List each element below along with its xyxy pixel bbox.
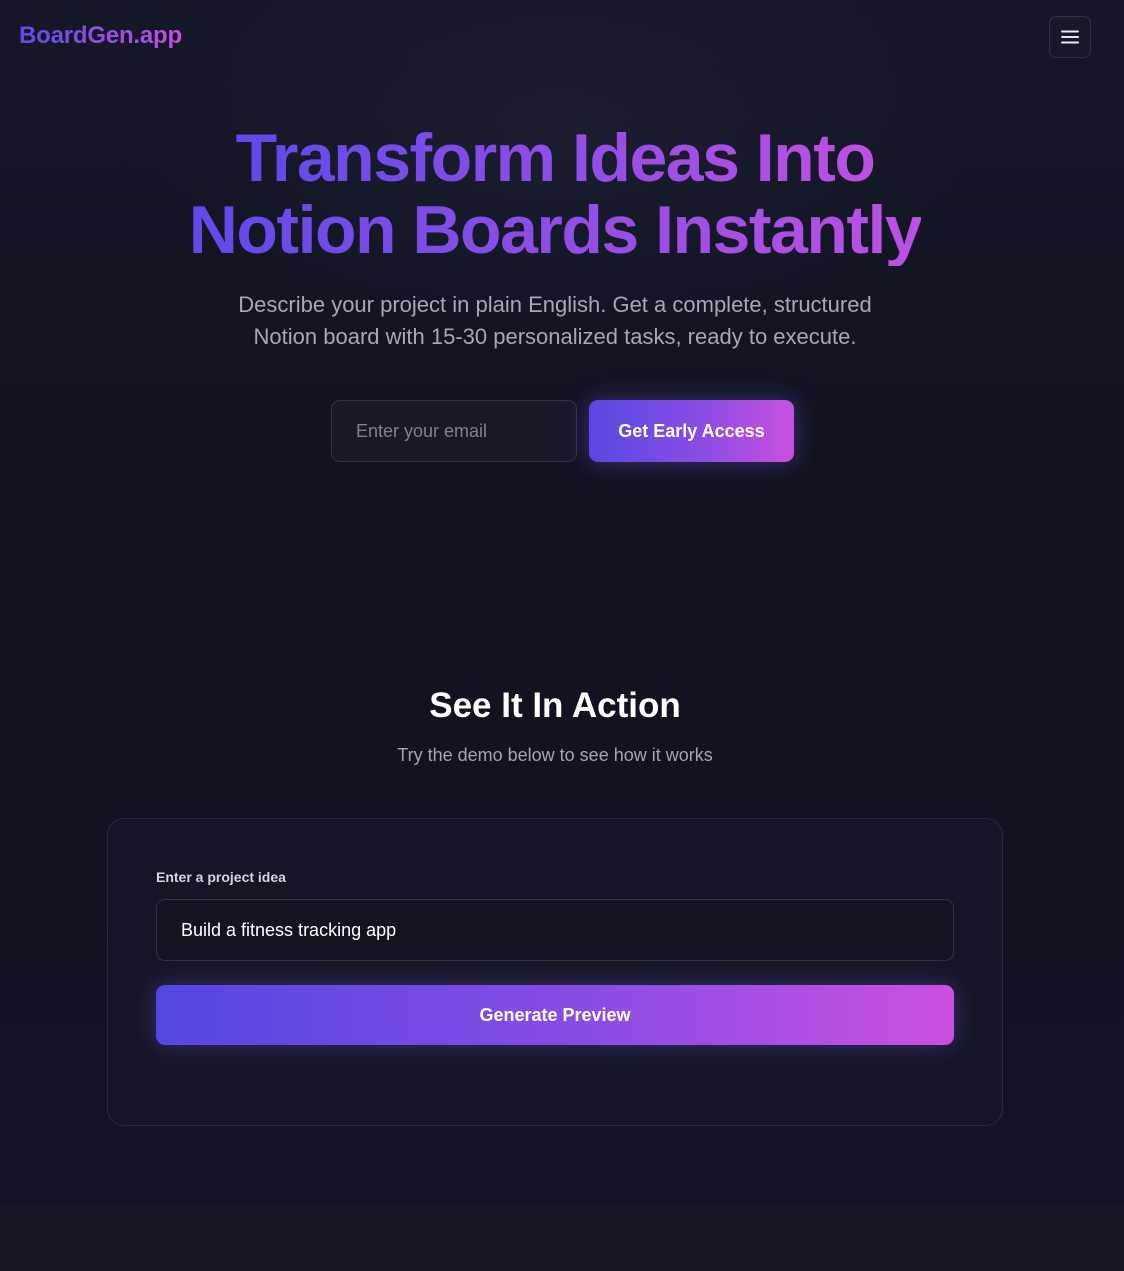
get-early-access-button[interactable]: Get Early Access xyxy=(589,400,794,462)
site-header: BoardGen.app xyxy=(0,0,1124,76)
landing-page: BoardGen.app Transform Ideas Into Notion… xyxy=(0,0,1124,1271)
hero-title: Transform Ideas Into Notion Boards Insta… xyxy=(0,122,1110,266)
hero-subtitle: Describe your project in plain English. … xyxy=(0,289,1110,353)
email-input[interactable] xyxy=(331,400,577,462)
hero-subtitle-line-1: Describe your project in plain English. … xyxy=(238,292,872,317)
project-idea-input[interactable] xyxy=(156,899,954,961)
logo[interactable]: BoardGen.app xyxy=(19,22,182,50)
demo-section-subtitle: Try the demo below to see how it works xyxy=(397,745,713,765)
hamburger-menu-icon xyxy=(1061,30,1079,44)
demo-section-title: See It In Action xyxy=(429,686,681,725)
hero-title-line-2: Notion Boards Instantly xyxy=(188,192,923,268)
project-idea-label: Enter a project idea xyxy=(156,869,286,885)
menu-button[interactable] xyxy=(1049,16,1091,58)
hero-title-line-1: Transform Ideas Into xyxy=(235,120,876,196)
hero-subtitle-line-2: Notion board with 15-30 personalized tas… xyxy=(253,324,857,349)
demo-card: Enter a project idea Generate Preview xyxy=(107,818,1003,1126)
generate-preview-button[interactable]: Generate Preview xyxy=(156,985,954,1045)
next-section-band xyxy=(0,1206,1124,1271)
